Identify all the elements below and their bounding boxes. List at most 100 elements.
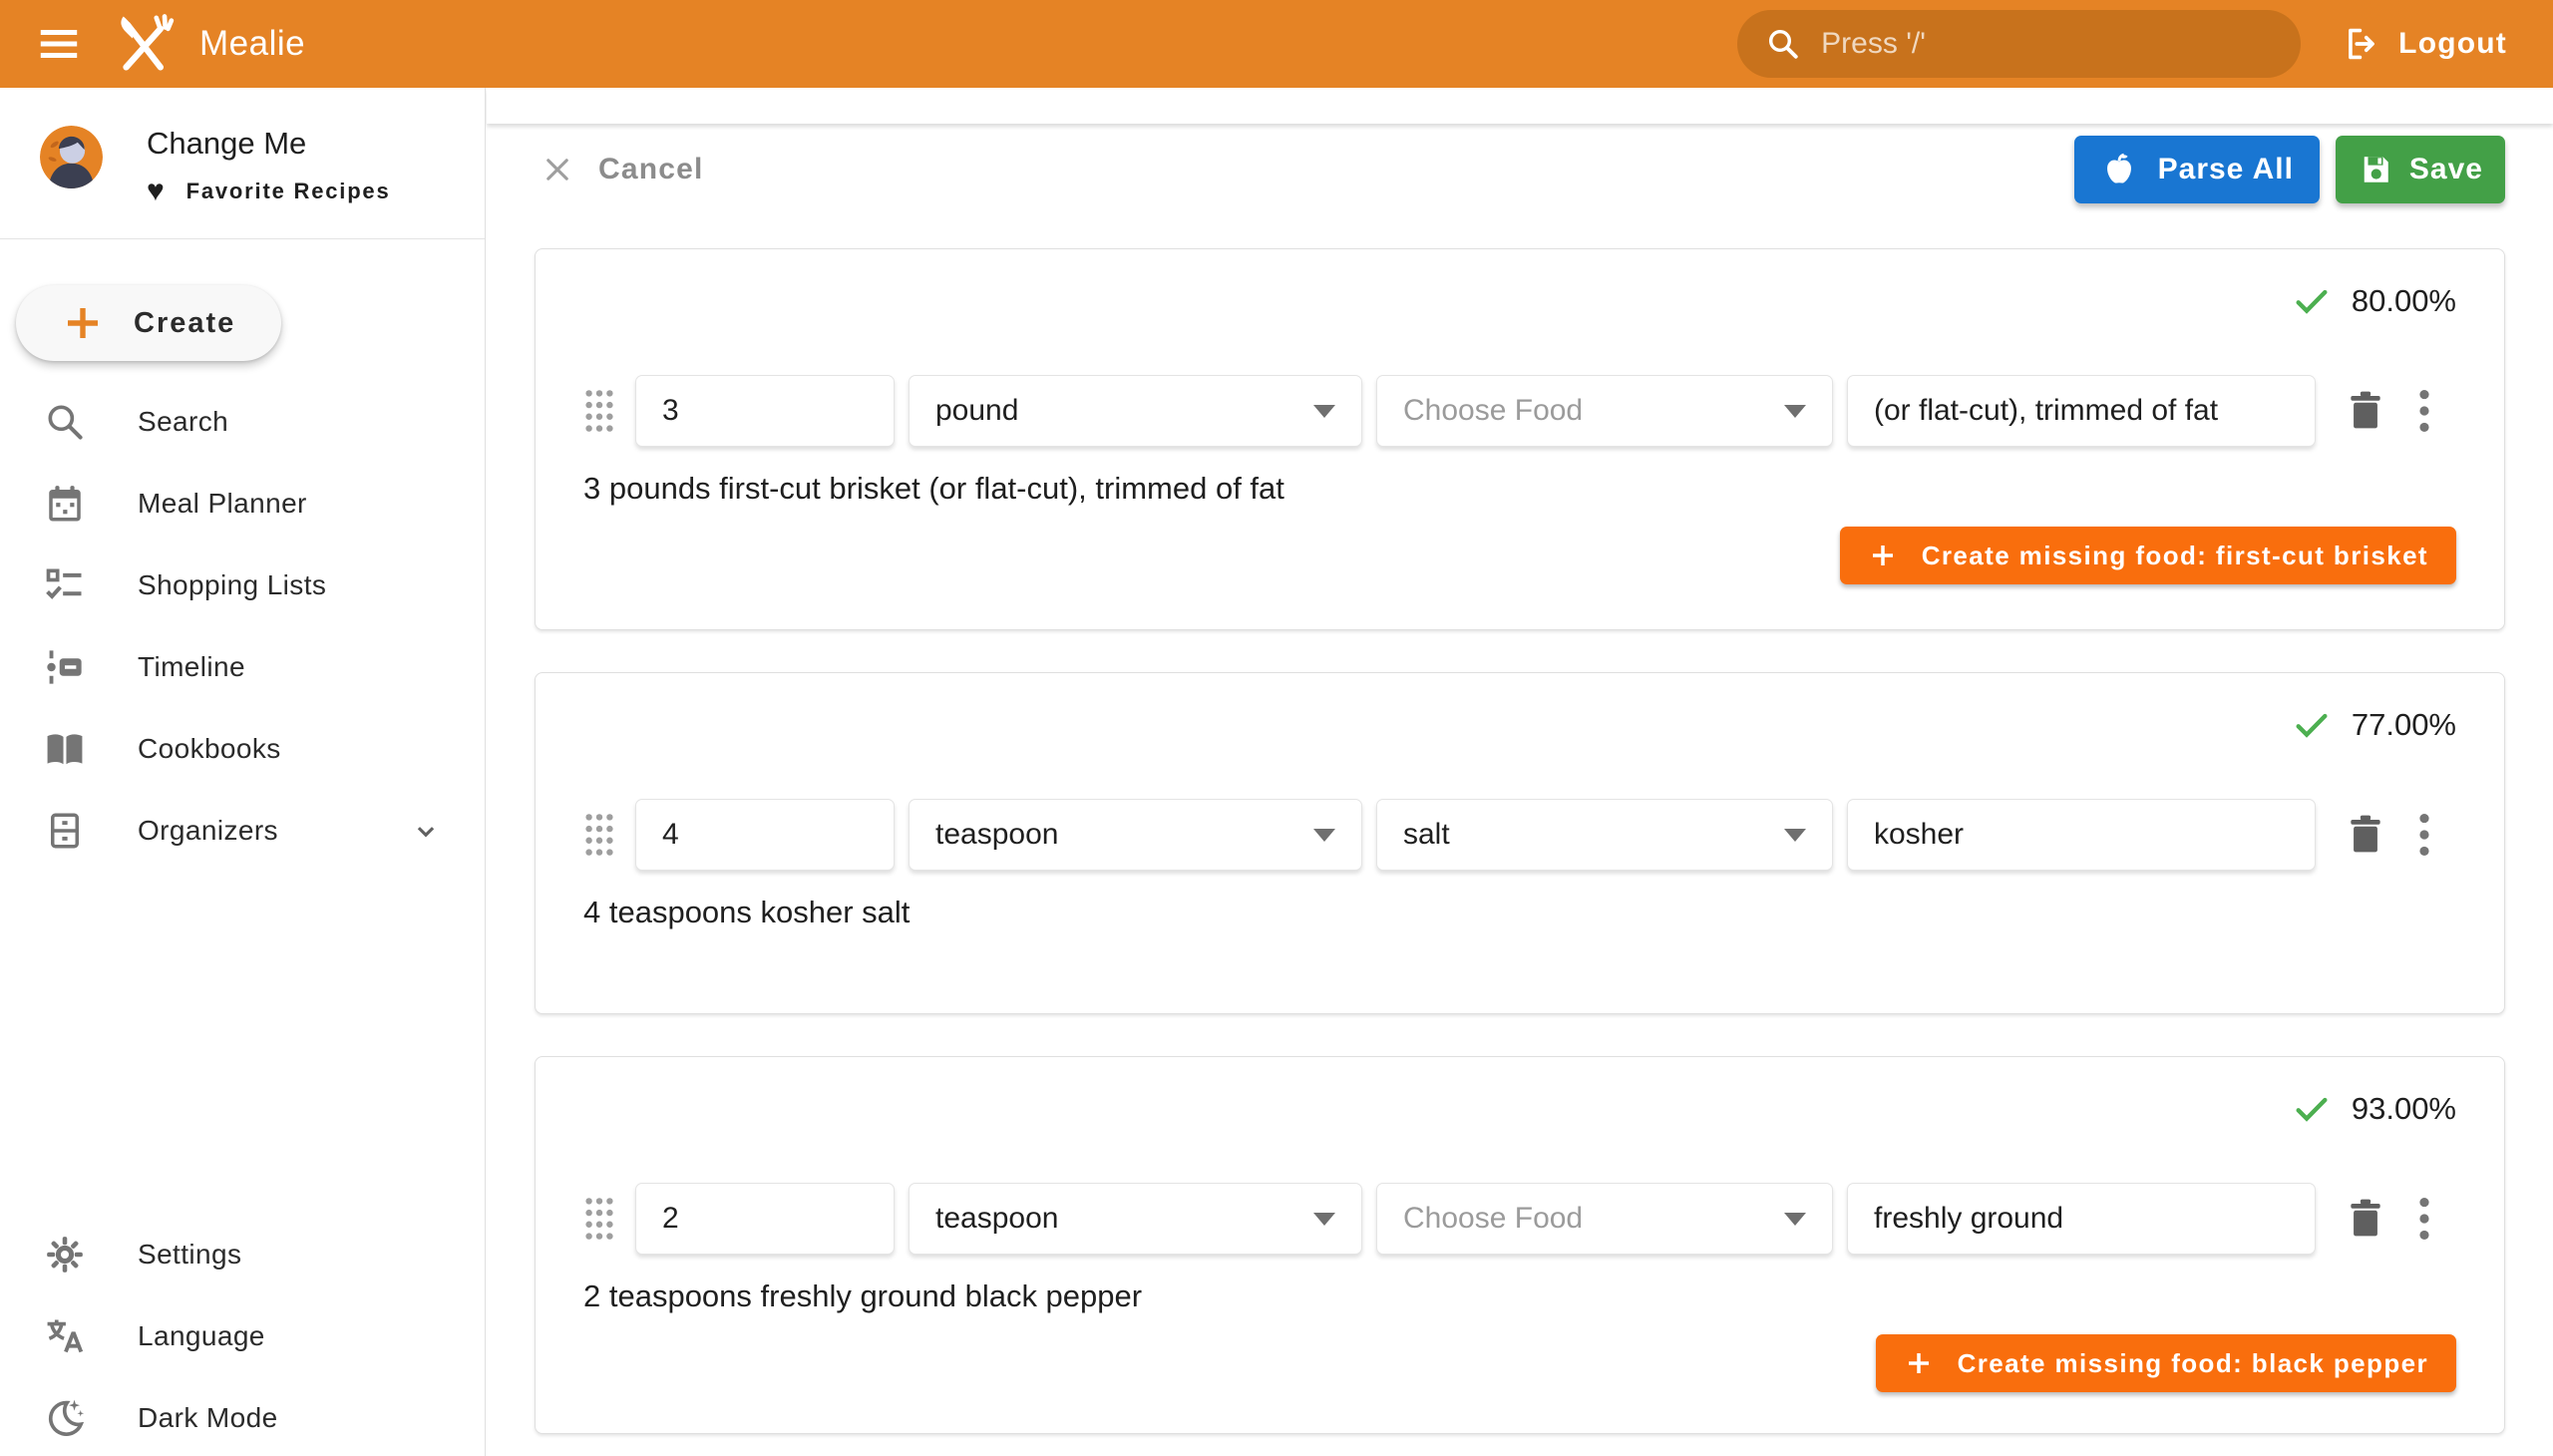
ingredient-menu-button[interactable]: [2417, 1196, 2431, 1242]
original-ingredient-text: 4 teaspoons kosher salt: [583, 895, 2456, 930]
ingredient-fields-row: teaspoon Choose Food: [583, 1183, 2456, 1255]
favorite-recipes-link[interactable]: ♥ Favorite Recipes: [147, 177, 391, 206]
sidebar-item-label: Meal Planner: [138, 488, 307, 520]
unit-value: teaspoon: [935, 1202, 1301, 1236]
ingredient-cards: 80.00% pound: [535, 248, 2505, 1456]
check-icon: [2292, 705, 2332, 745]
confidence-row: 77.00%: [583, 705, 2456, 745]
save-button[interactable]: Save: [2336, 136, 2505, 203]
book-open-icon: [42, 726, 88, 772]
cancel-button[interactable]: Cancel: [535, 152, 710, 187]
drag-handle[interactable]: [583, 811, 615, 859]
create-button[interactable]: Create: [16, 285, 281, 361]
trash-icon: [2344, 811, 2387, 859]
apple-icon: [2100, 151, 2138, 188]
sidebar-item-settings[interactable]: Settings: [0, 1214, 485, 1295]
delete-ingredient-button[interactable]: [2344, 1195, 2387, 1243]
caret-down-icon: [1784, 829, 1806, 842]
save-icon: [2358, 152, 2393, 187]
create-label: Create: [134, 307, 235, 340]
ingredient-menu-button[interactable]: [2417, 812, 2431, 858]
logout-icon: [2343, 25, 2380, 63]
parser-toolbar: Cancel Parse All Save: [535, 136, 2505, 203]
mealie-logo-icon: [110, 11, 176, 77]
original-ingredient-text: 2 teaspoons freshly ground black pepper: [583, 1278, 2456, 1314]
top-navigation-bar: Mealie Press '/' Logout: [0, 0, 2553, 88]
sidebar-item-label: Search: [138, 406, 228, 438]
drag-handle[interactable]: [583, 1195, 615, 1243]
drag-handle[interactable]: [583, 387, 615, 435]
food-select[interactable]: Choose Food: [1376, 375, 1833, 447]
quantity-input[interactable]: [635, 1183, 895, 1255]
chevron-down-icon: [409, 814, 443, 848]
dots-vertical-icon: [2417, 1196, 2431, 1242]
search-placeholder: Press '/': [1821, 27, 1926, 61]
unit-value: pound: [935, 394, 1301, 428]
heart-icon: ♥: [147, 177, 167, 206]
sidebar-item-cookbooks[interactable]: Cookbooks: [0, 708, 485, 790]
search-bar[interactable]: Press '/': [1737, 10, 2301, 78]
note-input[interactable]: [1847, 1183, 2316, 1255]
sidebar-item-language[interactable]: Language: [0, 1295, 485, 1377]
confidence-row: 80.00%: [583, 281, 2456, 321]
sidebar-item-search[interactable]: Search: [0, 381, 485, 463]
unit-select[interactable]: teaspoon: [909, 1183, 1362, 1255]
delete-ingredient-button[interactable]: [2344, 387, 2387, 435]
checklist-icon: [42, 562, 88, 608]
magnify-icon: [42, 399, 88, 445]
translate-icon: [42, 1313, 88, 1359]
close-icon: [541, 153, 574, 186]
sidebar-item-label: Settings: [138, 1239, 241, 1271]
ingredient-card: 93.00% teaspoon: [535, 1056, 2505, 1434]
user-profile[interactable]: Change Me ♥ Favorite Recipes: [0, 88, 485, 206]
check-icon: [2292, 1089, 2332, 1129]
food-select[interactable]: Choose Food: [1376, 1183, 1833, 1255]
ingredient-card: 80.00% pound: [535, 248, 2505, 630]
food-placeholder: Choose Food: [1403, 394, 1772, 428]
sidebar-item-meal-planner[interactable]: Meal Planner: [0, 463, 485, 545]
sidebar-divider: [0, 238, 485, 239]
calendar-icon: [42, 481, 88, 527]
sidebar-item-dark-mode[interactable]: Dark Mode: [0, 1377, 485, 1456]
ingredient-menu-button[interactable]: [2417, 388, 2431, 434]
note-input[interactable]: [1847, 799, 2316, 871]
logout-label: Logout: [2398, 27, 2507, 61]
create-missing-food-label: Create missing food: black pepper: [1958, 1348, 2428, 1379]
sidebar-item-label: Cookbooks: [138, 733, 281, 765]
confidence-value: 77.00%: [2352, 707, 2456, 743]
sidebar-menu: Search Meal Planner: [0, 381, 485, 872]
unit-select[interactable]: pound: [909, 375, 1362, 447]
original-ingredient-text: 3 pounds first-cut brisket (or flat-cut)…: [583, 471, 2456, 507]
trash-icon: [2344, 387, 2387, 435]
menu-button[interactable]: [30, 15, 88, 73]
caret-down-icon: [1784, 405, 1806, 418]
create-missing-food-button[interactable]: Create missing food: black pepper: [1876, 1334, 2456, 1392]
sidebar-item-label: Shopping Lists: [138, 569, 326, 601]
quantity-input[interactable]: [635, 799, 895, 871]
ingredient-card: 77.00% teaspoon: [535, 672, 2505, 1014]
quantity-input[interactable]: [635, 375, 895, 447]
sidebar-item-timeline[interactable]: Timeline: [0, 626, 485, 708]
cancel-label: Cancel: [598, 153, 704, 186]
note-input[interactable]: [1847, 375, 2316, 447]
logout-button[interactable]: Logout: [2337, 24, 2513, 64]
main-content: Cancel Parse All Save: [487, 88, 2553, 1456]
delete-ingredient-button[interactable]: [2344, 811, 2387, 859]
trash-icon: [2344, 1195, 2387, 1243]
sidebar-item-label: Language: [138, 1320, 265, 1352]
caret-down-icon: [1313, 405, 1335, 418]
food-select[interactable]: salt: [1376, 799, 1833, 871]
create-missing-food-button[interactable]: Create missing food: first-cut brisket: [1840, 527, 2456, 584]
unit-select[interactable]: teaspoon: [909, 799, 1362, 871]
plus-icon: [1868, 541, 1898, 570]
sidebar-item-organizers[interactable]: Organizers: [0, 790, 485, 872]
sidebar-item-shopping-lists[interactable]: Shopping Lists: [0, 545, 485, 626]
confidence-value: 80.00%: [2352, 283, 2456, 319]
parse-all-button[interactable]: Parse All: [2074, 136, 2320, 203]
gear-icon: [42, 1232, 88, 1277]
app-window: Mealie Press '/' Logout: [0, 0, 2553, 1456]
user-name: Change Me: [147, 126, 391, 162]
sidebar: Change Me ♥ Favorite Recipes Create: [0, 88, 486, 1456]
caret-down-icon: [1313, 1213, 1335, 1226]
save-label: Save: [2409, 153, 2483, 186]
